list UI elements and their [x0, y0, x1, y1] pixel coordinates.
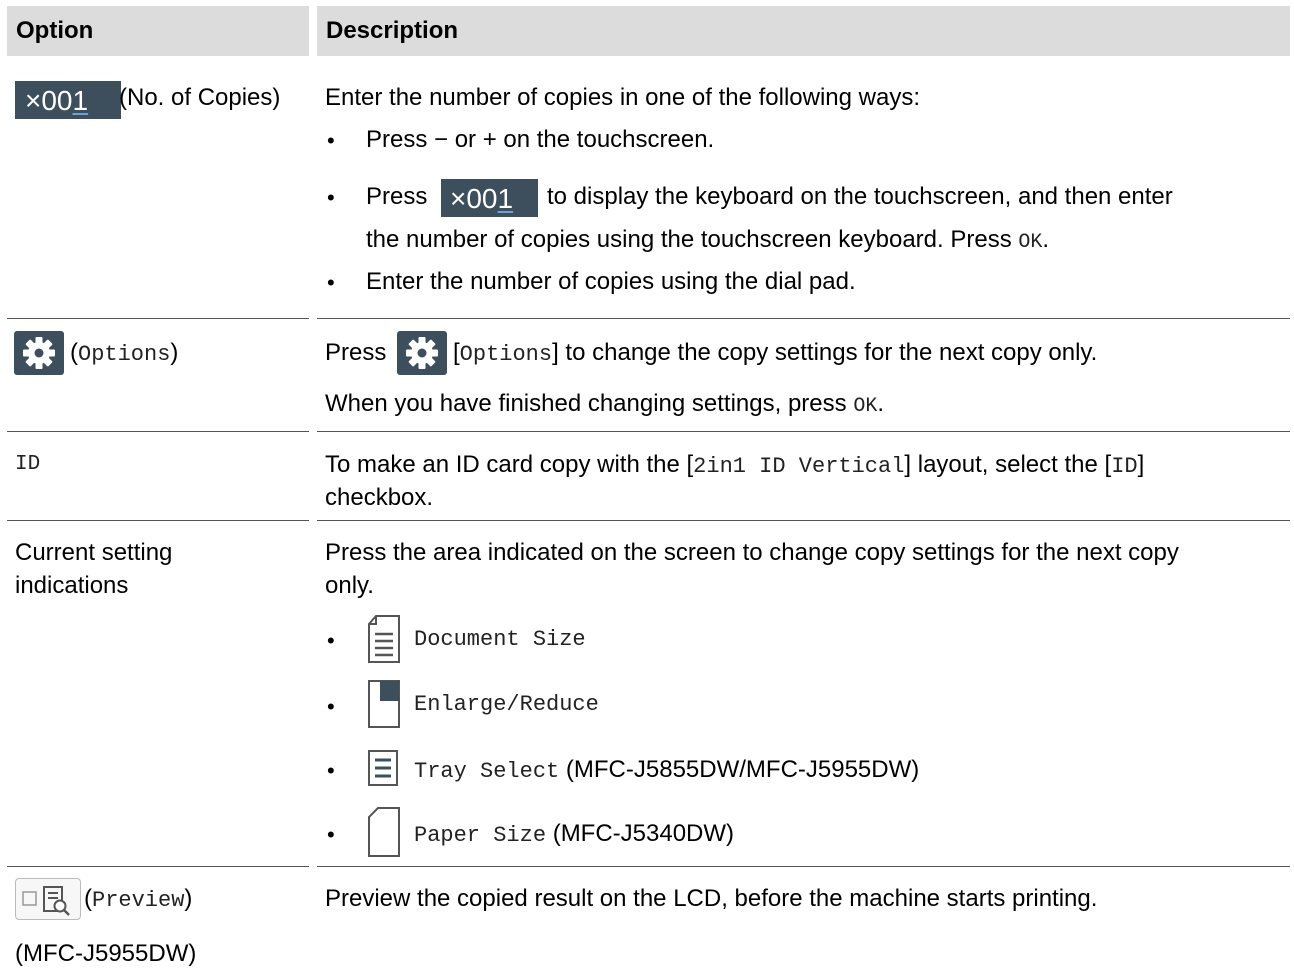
row-divider: [7, 318, 309, 319]
gear-icon: [397, 331, 447, 375]
id-description-line2: checkbox.: [325, 484, 434, 511]
row-divider: [7, 520, 309, 521]
row-divider: [7, 431, 309, 432]
row-divider: [317, 520, 1290, 521]
bullet: •: [327, 270, 335, 295]
current-option-line2: indications: [15, 572, 129, 599]
preview-option-label: (Preview): [84, 885, 193, 913]
id-description: To make an ID card copy with the [2in1 I…: [325, 451, 1145, 479]
copies-button-icon: ×001: [15, 81, 121, 119]
header-description: Description: [326, 17, 459, 44]
header-description-cell: Description: [317, 6, 1290, 56]
row-divider: [7, 866, 309, 867]
document-size-icon: [366, 614, 402, 671]
options-description: [Options] to change the copy settings fo…: [453, 339, 1098, 367]
copies-bullet-2-line2: the number of copies using the touchscre…: [366, 226, 1050, 254]
copies-intro: Enter the number of copies in one of the…: [325, 84, 921, 111]
row-divider: [317, 866, 1290, 867]
copies-bullet-3: Enter the number of copies using the dia…: [366, 268, 856, 295]
row-divider: [317, 318, 1290, 319]
preview-description: Preview the copied result on the LCD, be…: [325, 885, 1098, 912]
bullet: •: [327, 628, 335, 653]
preview-button-icon: [15, 878, 81, 920]
preview-model-note: (MFC-J5955DW): [15, 940, 197, 967]
current-description-line1: Press the area indicated on the screen t…: [325, 539, 1179, 566]
gear-icon: [14, 331, 64, 375]
copies-bullet-2-press: Press: [366, 183, 428, 210]
current-item-label: Document Size: [414, 627, 586, 652]
header-option-cell: Option: [7, 6, 309, 56]
enlarge-reduce-icon: [366, 679, 402, 736]
tray-select-icon: [366, 748, 402, 795]
options-option-label: (Options): [70, 339, 179, 367]
bullet: •: [327, 694, 335, 719]
copies-button-icon: ×001: [441, 179, 538, 217]
current-item-label: Enlarge/Reduce: [414, 692, 599, 717]
id-option-label: ID: [15, 453, 41, 476]
bullet: •: [327, 822, 335, 847]
options-press: Press: [325, 339, 387, 366]
header-option: Option: [16, 17, 94, 44]
copies-bullet-1: Press − or + on the touchscreen.: [366, 126, 715, 153]
bullet: •: [327, 758, 335, 783]
copies-bullet-2-rest: to display the keyboard on the touchscre…: [547, 183, 1173, 210]
current-item-paper: Paper Size (MFC-J5340DW): [414, 820, 735, 848]
copies-option-label: (No. of Copies): [119, 84, 281, 111]
paper-size-icon: [366, 806, 402, 865]
current-description-line2: only.: [325, 572, 374, 599]
current-option-line1: Current setting: [15, 539, 173, 566]
current-item-tray: Tray Select (MFC-J5855DW/MFC-J5955DW): [414, 756, 920, 784]
bullet: •: [327, 128, 335, 153]
bullet: •: [327, 185, 335, 210]
row-divider: [317, 431, 1290, 432]
options-line2: When you have finished changing settings…: [325, 390, 885, 418]
